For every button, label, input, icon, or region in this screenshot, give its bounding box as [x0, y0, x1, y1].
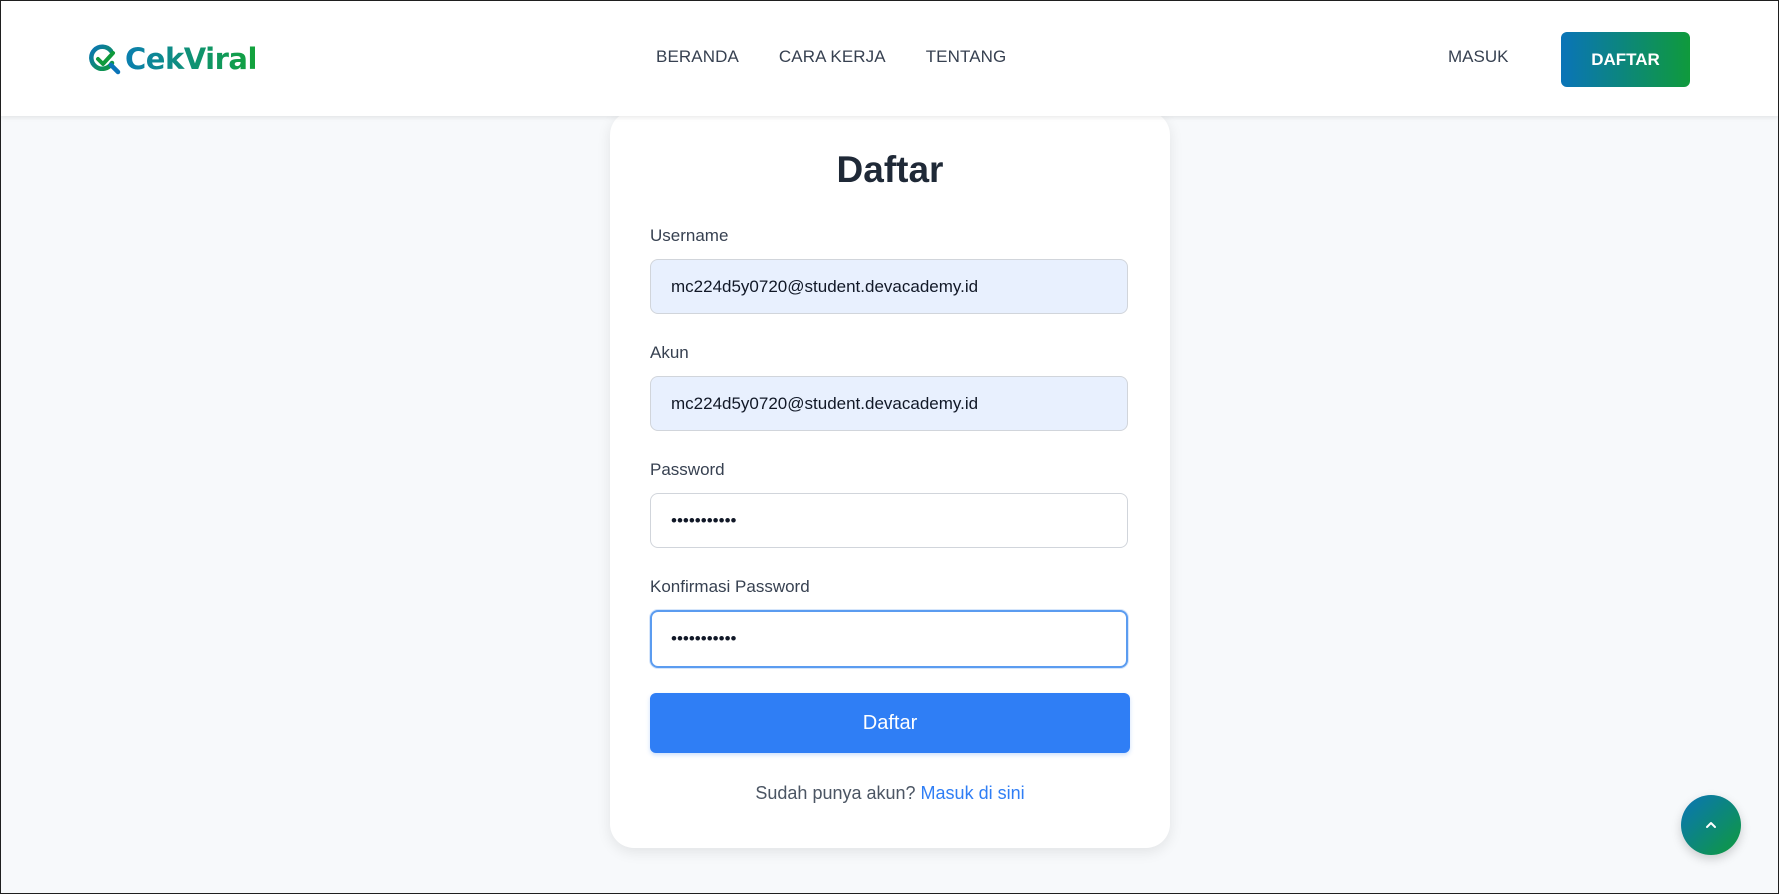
app-window: CekViral BERANDA CARA KERJA TENTANG MASU…	[0, 0, 1779, 894]
login-prompt: Sudah punya akun? Masuk di sini	[610, 783, 1170, 804]
register-button[interactable]: DAFTAR	[1561, 32, 1690, 87]
username-label: Username	[650, 226, 729, 245]
top-navbar: CekViral BERANDA CARA KERJA TENTANG MASU…	[1, 1, 1778, 116]
page-title: Daftar	[836, 149, 944, 190]
akun-label: Akun	[650, 343, 689, 362]
username-input[interactable]	[650, 259, 1128, 314]
login-link[interactable]: MASUK	[1448, 47, 1508, 67]
brand-name: CekViral	[125, 39, 257, 79]
password-label: Password	[650, 460, 725, 479]
brand-logo[interactable]: CekViral	[89, 39, 257, 79]
nav-tentang[interactable]: TENTANG	[926, 47, 1007, 67]
akun-input[interactable]	[650, 376, 1128, 431]
check-search-icon	[89, 44, 121, 75]
login-prompt-text: Sudah punya akun?	[755, 783, 916, 803]
confirm-password-input[interactable]	[650, 610, 1128, 668]
login-here-link[interactable]: Masuk di sini	[921, 783, 1025, 803]
register-card: Daftar Username Akun Password Konfirmasi…	[610, 111, 1170, 848]
main-nav: BERANDA CARA KERJA TENTANG	[656, 47, 1006, 67]
confirm-password-label: Konfirmasi Password	[650, 577, 810, 596]
chevron-up-icon	[1706, 822, 1716, 828]
submit-register-button[interactable]: Daftar	[650, 693, 1130, 753]
scroll-to-top-button[interactable]	[1681, 795, 1741, 855]
password-input[interactable]	[650, 493, 1128, 548]
nav-cara-kerja[interactable]: CARA KERJA	[779, 47, 886, 67]
nav-beranda[interactable]: BERANDA	[656, 47, 739, 67]
